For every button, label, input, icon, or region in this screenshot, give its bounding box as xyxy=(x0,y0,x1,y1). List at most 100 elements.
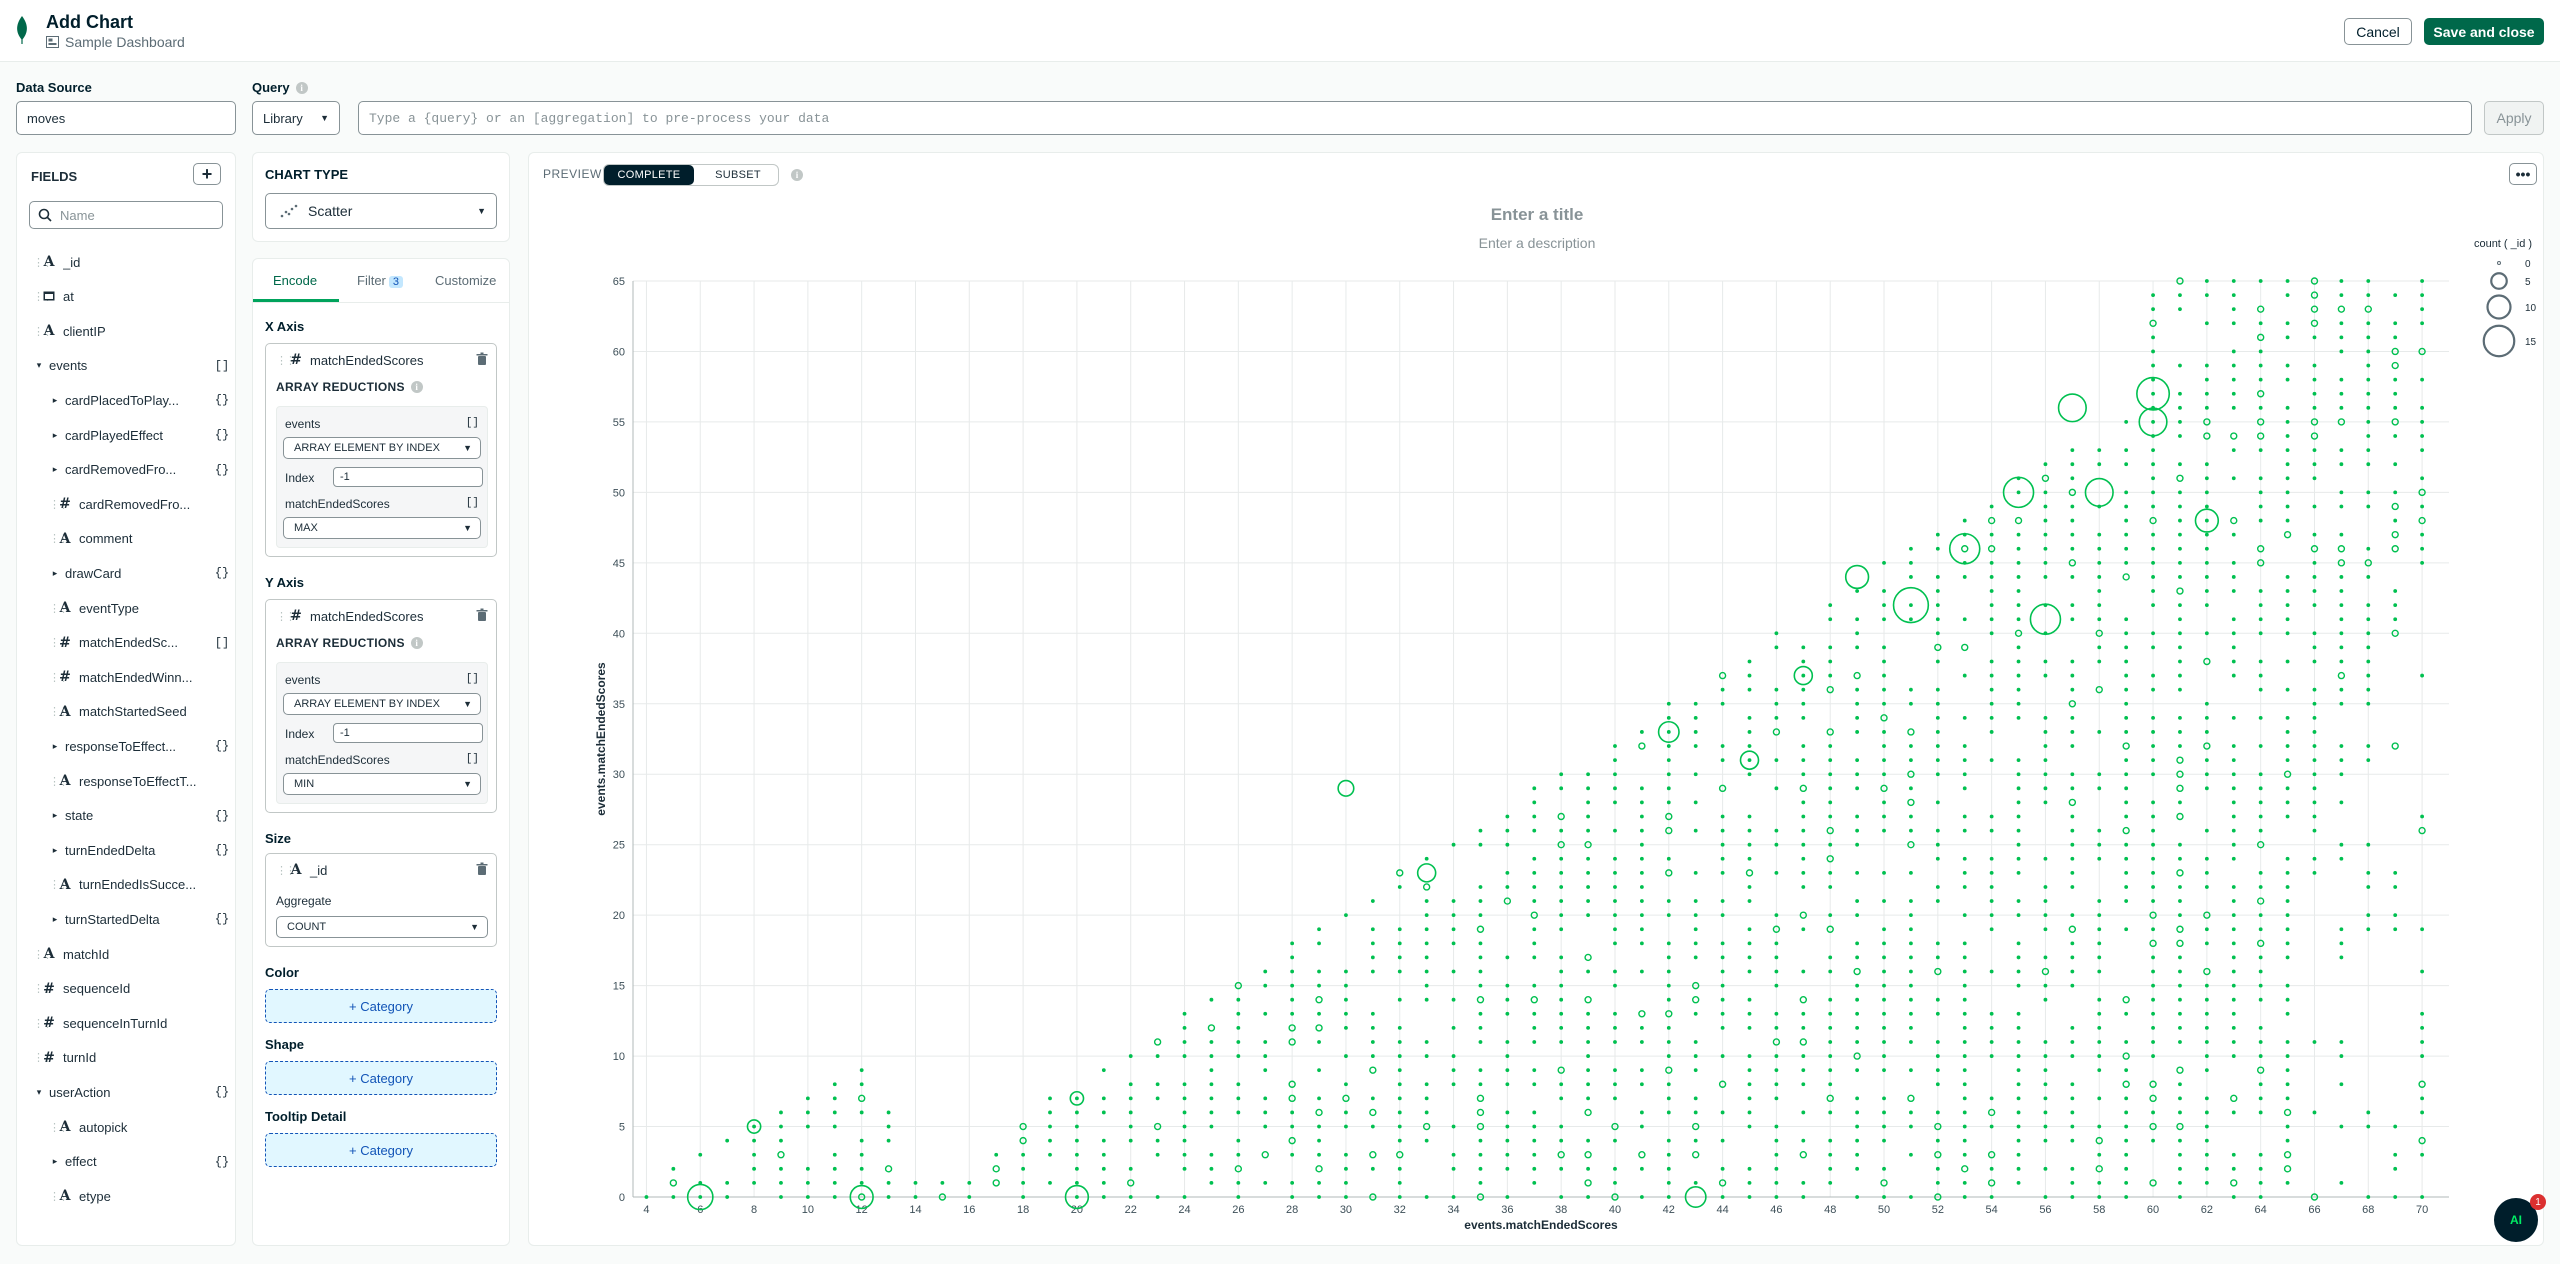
data-point[interactable] xyxy=(1666,1181,1671,1185)
data-point[interactable] xyxy=(2420,504,2424,509)
data-point[interactable] xyxy=(2339,687,2344,692)
data-point[interactable] xyxy=(1828,1025,1833,1030)
data-point[interactable] xyxy=(1774,758,1779,763)
data-point[interactable] xyxy=(1315,1165,1323,1173)
data-point[interactable] xyxy=(1424,1138,1429,1143)
data-point[interactable] xyxy=(1853,967,1861,976)
data-point[interactable] xyxy=(1370,941,1375,946)
data-point[interactable] xyxy=(1828,997,1833,1002)
data-point[interactable] xyxy=(1909,1152,1913,1157)
dashboard-breadcrumb[interactable]: Sample Dashboard xyxy=(46,34,185,50)
data-point[interactable] xyxy=(1774,1138,1779,1143)
data-point[interactable] xyxy=(859,1181,864,1185)
data-point[interactable] xyxy=(2258,955,2263,960)
data-point[interactable] xyxy=(1263,1011,1268,1016)
data-point[interactable] xyxy=(2258,744,2263,748)
data-point[interactable] xyxy=(2014,516,2023,525)
data-point[interactable] xyxy=(2097,589,2102,593)
data-point[interactable] xyxy=(1505,1138,1510,1143)
data-point[interactable] xyxy=(1478,1152,1483,1157)
data-point[interactable] xyxy=(884,1165,893,1173)
field-item[interactable]: ⋮⋮ AresponseToEffectT... xyxy=(17,764,235,798)
data-point[interactable] xyxy=(1586,1166,1590,1171)
more-options-button[interactable]: ••• xyxy=(2509,163,2537,185)
data-point[interactable] xyxy=(2420,1054,2424,1058)
data-point[interactable] xyxy=(1584,996,1592,1004)
data-point[interactable] xyxy=(2151,335,2155,340)
data-point[interactable] xyxy=(2151,870,2155,875)
data-point[interactable] xyxy=(1720,1138,1725,1143)
data-point[interactable] xyxy=(2097,1096,2102,1101)
data-point[interactable] xyxy=(2366,842,2371,847)
data-point[interactable] xyxy=(2097,462,2102,467)
tab-customize[interactable]: Customize xyxy=(435,273,496,288)
data-point[interactable] xyxy=(2124,462,2129,467)
data-point[interactable] xyxy=(1586,1138,1590,1143)
data-point[interactable] xyxy=(698,1195,703,1199)
data-point[interactable] xyxy=(1720,758,1725,763)
data-point[interactable] xyxy=(2043,913,2048,918)
data-point[interactable] xyxy=(1774,941,1779,946)
data-point[interactable] xyxy=(2339,335,2344,340)
data-point[interactable] xyxy=(2285,800,2290,805)
data-point[interactable] xyxy=(1828,885,1833,889)
data-point[interactable] xyxy=(1801,870,1806,875)
data-point[interactable] xyxy=(1532,1124,1537,1129)
data-point[interactable] xyxy=(1424,955,1429,960)
data-point[interactable] xyxy=(1801,1138,1806,1143)
data-point[interactable] xyxy=(2176,1066,2184,1074)
field-item[interactable]: ⋮⋮ # cardRemovedFro... xyxy=(17,487,235,521)
data-point[interactable] xyxy=(1639,856,1644,861)
data-point[interactable] xyxy=(1209,1068,1214,1073)
data-point[interactable] xyxy=(1801,645,1806,650)
data-point[interactable] xyxy=(2043,1124,2048,1129)
drag-handle-icon[interactable]: ⋮⋮ xyxy=(33,948,53,961)
data-point[interactable] xyxy=(2231,786,2236,791)
data-point[interactable] xyxy=(1263,1096,1268,1101)
data-point[interactable] xyxy=(2366,377,2371,382)
data-point[interactable] xyxy=(1505,997,1510,1002)
data-point[interactable] xyxy=(1476,1094,1485,1103)
data-point[interactable] xyxy=(967,1195,972,1199)
data-point[interactable] xyxy=(1209,1054,1214,1058)
data-point[interactable] xyxy=(832,1195,837,1199)
data-point[interactable] xyxy=(2043,1195,2048,1199)
data-point[interactable] xyxy=(1559,870,1564,875)
data-point[interactable] xyxy=(2231,1166,2236,1171)
data-point[interactable] xyxy=(2097,1040,2102,1044)
x-r1-method-select[interactable]: ARRAY ELEMENT BY INDEX ▼ xyxy=(283,437,481,459)
data-point[interactable] xyxy=(1989,1054,1994,1058)
data-point[interactable] xyxy=(2285,927,2290,932)
data-point[interactable] xyxy=(1909,1011,1913,1016)
chevron-right-icon[interactable]: ▸ xyxy=(49,741,61,752)
data-point[interactable] xyxy=(1209,1096,1214,1101)
data-point[interactable] xyxy=(1909,1110,1913,1115)
data-point[interactable] xyxy=(1532,1068,1537,1073)
data-point[interactable] xyxy=(1989,913,1994,918)
data-point[interactable] xyxy=(2097,955,2102,960)
data-point[interactable] xyxy=(2070,687,2075,692)
data-point[interactable] xyxy=(2178,546,2182,551)
data-point[interactable] xyxy=(2391,361,2399,370)
data-point[interactable] xyxy=(1155,1082,1160,1087)
data-point[interactable] xyxy=(1801,1181,1806,1185)
data-point[interactable] xyxy=(2151,462,2155,467)
data-point[interactable] xyxy=(752,1138,756,1143)
data-point[interactable] xyxy=(1613,1166,1617,1171)
data-point[interactable] xyxy=(2285,1096,2290,1101)
data-point[interactable] xyxy=(2151,589,2155,593)
data-point[interactable] xyxy=(2204,927,2209,932)
data-point[interactable] xyxy=(2312,377,2317,382)
data-point[interactable] xyxy=(1747,1054,1752,1058)
data-point[interactable] xyxy=(1747,1096,1752,1101)
data-point[interactable] xyxy=(1666,786,1671,791)
data-point[interactable] xyxy=(2285,730,2290,734)
data-point[interactable] xyxy=(2178,969,2182,974)
data-point[interactable] xyxy=(1584,1151,1592,1159)
data-point[interactable] xyxy=(832,1181,837,1185)
data-point[interactable] xyxy=(1344,969,1348,974)
data-point[interactable] xyxy=(1855,645,1860,650)
data-point[interactable] xyxy=(2366,687,2371,692)
data-point[interactable] xyxy=(1666,1054,1671,1058)
data-point[interactable] xyxy=(2178,856,2182,861)
